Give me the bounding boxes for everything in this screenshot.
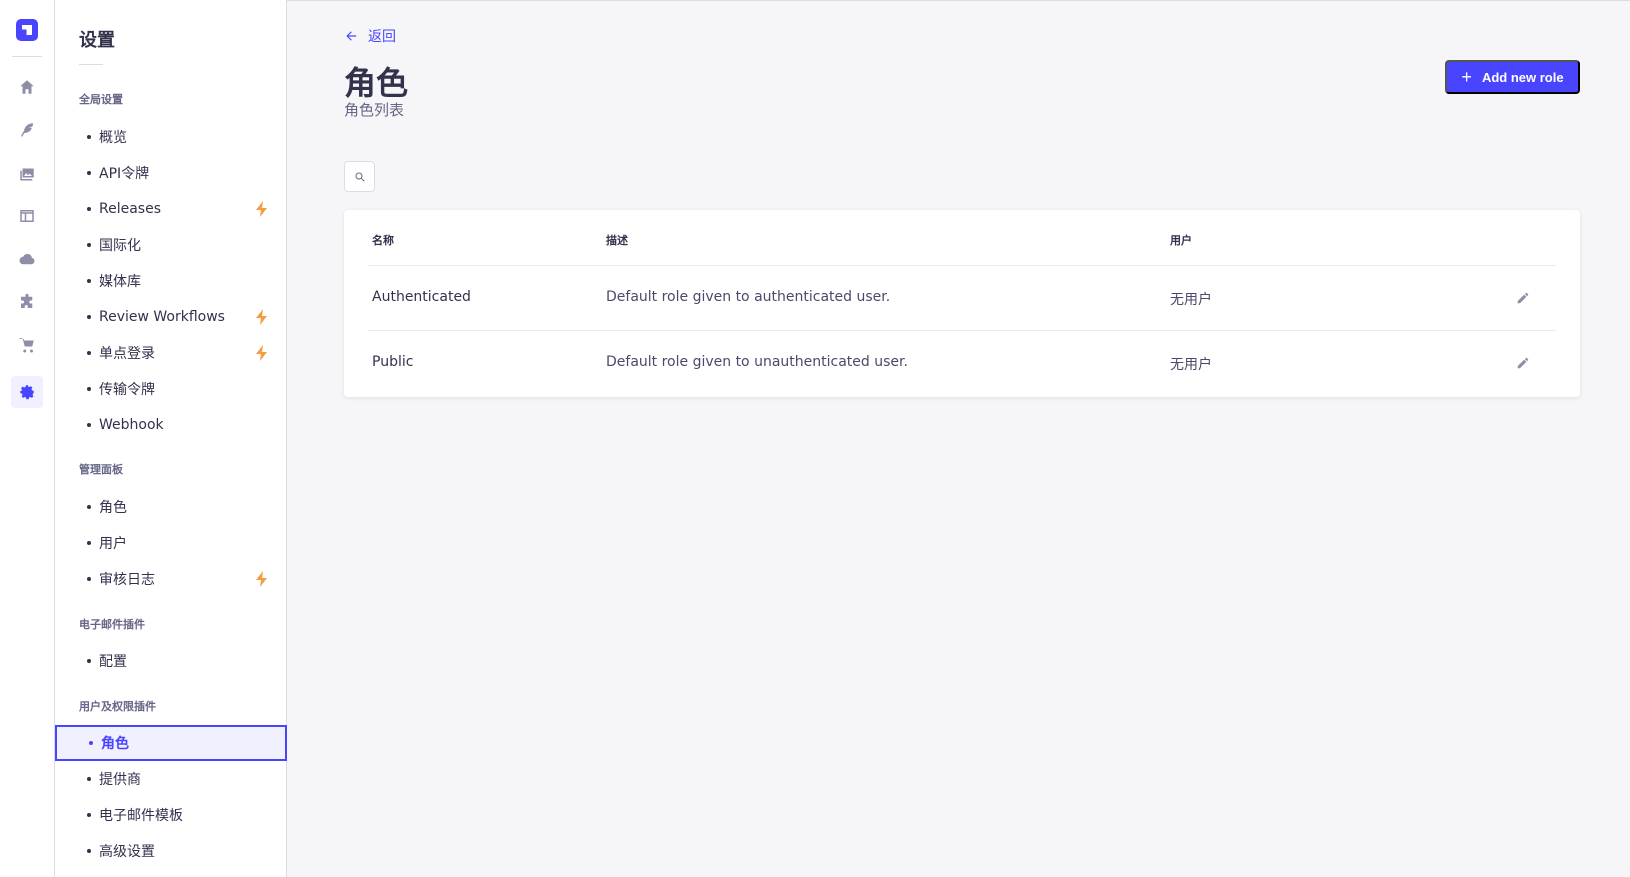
bullet-dot [87, 171, 91, 175]
role-name[interactable]: Public [372, 354, 413, 370]
settings-sidebar: 设置 全局设置 概览 API令牌 Releases 国际化 媒体库 Review… [55, 0, 287, 877]
sidebar-item-label: 传输令牌 [99, 382, 155, 398]
bullet-dot [87, 279, 91, 283]
lightning-bolt-icon [255, 571, 269, 587]
sidebar-item-label: 用户 [99, 536, 127, 552]
bullet-dot [87, 135, 91, 139]
back-link[interactable]: 返回 [344, 26, 396, 46]
sidebar-item-providers[interactable]: 提供商 [55, 761, 287, 797]
sidebar-item-api-tokens[interactable]: API令牌 [55, 155, 287, 191]
sidebar-item-email-templates[interactable]: 电子邮件模板 [55, 797, 287, 833]
feather-icon[interactable] [14, 117, 40, 143]
sidebar-item-label: 单点登录 [99, 346, 155, 362]
sidebar-item-up-roles[interactable]: 角色 [55, 725, 287, 761]
column-header-users: 用户 [1170, 234, 1192, 247]
bullet-dot [87, 387, 91, 391]
row-divider [368, 265, 1556, 266]
sidebar-item-audit-logs[interactable]: 审核日志 [55, 561, 287, 597]
bullet-dot [87, 541, 91, 545]
column-header-description: 描述 [606, 234, 628, 247]
sidebar-item-label: 国际化 [99, 238, 141, 254]
arrow-left-icon [346, 31, 357, 41]
sidebar-item-releases[interactable]: Releases [55, 191, 287, 227]
row-divider [368, 330, 1556, 331]
bullet-dot [87, 207, 91, 211]
search-icon [355, 172, 365, 182]
rail-divider [12, 56, 42, 57]
role-users: 无用户 [1170, 292, 1212, 308]
sidebar-item-i18n[interactable]: 国际化 [55, 227, 287, 263]
sidebar-item-overview[interactable]: 概览 [55, 119, 287, 155]
section-title-email-plugin: 电子邮件插件 [79, 618, 145, 631]
page-subtitle: 角色列表 [344, 101, 405, 119]
sidebar-item-advanced-settings[interactable]: 高级设置 [55, 833, 287, 869]
settings-title: 设置 [79, 30, 115, 51]
lightning-bolt-icon [255, 201, 269, 217]
bullet-dot [87, 351, 91, 355]
strapi-logo-icon[interactable] [16, 19, 38, 41]
sidebar-item-admin-users[interactable]: 用户 [55, 525, 287, 561]
bullet-dot [87, 813, 91, 817]
lightning-bolt-icon [255, 309, 269, 325]
sidebar-item-label: Review Workflows [99, 309, 225, 325]
settings-title-divider [79, 64, 103, 65]
roles-table: 名称 描述 用户 Authenticated Default role give… [344, 210, 1580, 397]
main-nav-rail [0, 0, 55, 877]
role-description: Default role given to unauthenticated us… [606, 354, 908, 370]
puzzle-icon[interactable] [14, 289, 40, 315]
sidebar-item-media-library[interactable]: 媒体库 [55, 263, 287, 299]
media-icon[interactable] [14, 160, 40, 186]
role-name[interactable]: Authenticated [372, 289, 471, 305]
sidebar-item-label: 提供商 [99, 772, 141, 788]
page-title: 角色 [344, 64, 409, 102]
bullet-dot [87, 577, 91, 581]
column-header-name: 名称 [372, 234, 394, 247]
section-title-admin-panel: 管理面板 [79, 463, 123, 476]
sidebar-item-admin-roles[interactable]: 角色 [55, 489, 287, 525]
home-icon[interactable] [14, 74, 40, 100]
sidebar-item-review-workflows[interactable]: Review Workflows [55, 299, 287, 335]
cloud-icon[interactable] [14, 246, 40, 272]
bullet-dot [87, 423, 91, 427]
sidebar-item-label: Releases [99, 201, 161, 217]
lightning-bolt-icon [255, 345, 269, 361]
sidebar-item-label: 配置 [99, 654, 127, 670]
bullet-dot [87, 849, 91, 853]
sidebar-item-label: 媒体库 [99, 274, 141, 290]
add-new-role-label: Add new role [1481, 69, 1564, 85]
section-title-global: 全局设置 [79, 93, 123, 106]
pencil-icon[interactable] [1516, 355, 1532, 371]
sidebar-item-email-config[interactable]: 配置 [55, 643, 287, 679]
sidebar-item-transfer-tokens[interactable]: 传输令牌 [55, 371, 287, 407]
section-title-users-permissions: 用户及权限插件 [79, 700, 156, 713]
bullet-dot [87, 659, 91, 663]
sidebar-item-label: 概览 [99, 130, 127, 146]
back-link-label: 返回 [368, 29, 396, 45]
sidebar-item-label: Webhook [99, 417, 164, 433]
role-description: Default role given to authenticated user… [606, 289, 891, 305]
sidebar-item-label: 审核日志 [99, 572, 155, 588]
bullet-dot [87, 505, 91, 509]
bullet-dot [89, 741, 93, 745]
bullet-dot [87, 315, 91, 319]
bullet-dot [87, 243, 91, 247]
add-new-role-button[interactable]: + Add new role [1445, 60, 1580, 94]
plus-icon: + [1461, 67, 1472, 87]
sidebar-item-label: API令牌 [99, 166, 150, 182]
bullet-dot [87, 777, 91, 781]
sidebar-item-webhook[interactable]: Webhook [55, 407, 287, 443]
layout-icon[interactable] [14, 203, 40, 229]
sidebar-item-label: 角色 [99, 500, 127, 516]
search-button[interactable] [344, 161, 375, 192]
sidebar-item-label: 电子邮件模板 [99, 808, 183, 824]
sidebar-item-label: 高级设置 [99, 844, 155, 860]
gear-icon[interactable] [11, 376, 43, 408]
cart-icon[interactable] [14, 332, 40, 358]
sidebar-item-label: 角色 [101, 736, 129, 752]
role-users: 无用户 [1170, 357, 1212, 373]
pencil-icon[interactable] [1516, 290, 1532, 306]
sidebar-item-sso[interactable]: 单点登录 [55, 335, 287, 371]
